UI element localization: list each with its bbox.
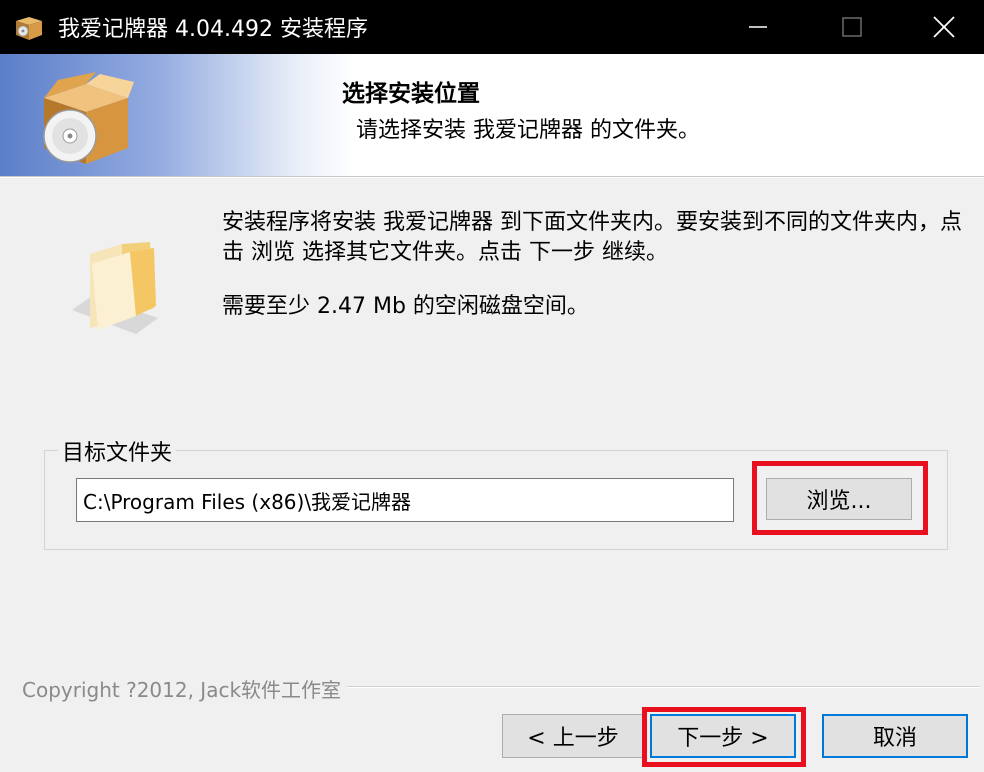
close-button[interactable]: [898, 0, 984, 54]
header-divider: [0, 176, 984, 178]
space-required: 需要至少 2.47 Mb 的空闲磁盘空间。: [222, 294, 589, 319]
minimize-button[interactable]: [712, 0, 804, 54]
folder-icon: [72, 242, 158, 334]
installer-window: 我爱记牌器 4.04.492 安装程序 选择安装位置 请选择安装 我爱记牌器 的…: [0, 0, 984, 772]
install-path-input[interactable]: [76, 478, 734, 522]
wizard-header: 选择安装位置 请选择安装 我爱记牌器 的文件夹。: [0, 54, 984, 176]
browse-highlight-box: [752, 461, 928, 535]
target-folder-label: 目标文件夹: [58, 435, 177, 467]
copyright-text: Copyright ?2012, Jack软件工作室: [22, 674, 348, 703]
maximize-icon: [842, 17, 862, 37]
header-title: 选择安装位置: [342, 81, 480, 107]
installer-cd-box-icon: [43, 72, 134, 164]
minimize-icon: [749, 26, 767, 28]
next-highlight-box: [642, 707, 806, 767]
back-button[interactable]: < 上一步: [502, 714, 644, 758]
window-title: 我爱记牌器 4.04.492 安装程序: [58, 17, 368, 42]
cancel-button[interactable]: 取消: [822, 714, 968, 758]
install-description: 安装程序将安装 我爱记牌器 到下面文件夹内。要安装到不同的文件夹内，点击 浏览 …: [222, 210, 962, 265]
title-bar[interactable]: 我爱记牌器 4.04.492 安装程序: [0, 0, 984, 54]
header-subtitle: 请选择安装 我爱记牌器 的文件夹。: [356, 118, 700, 143]
close-icon: [933, 16, 955, 38]
installer-box-icon: [16, 17, 42, 40]
maximize-button[interactable]: [806, 0, 898, 54]
